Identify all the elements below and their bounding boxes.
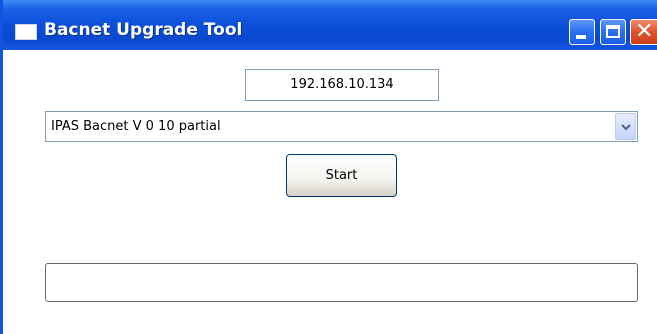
window-icon: [15, 24, 37, 40]
chevron-down-icon: [621, 124, 631, 131]
firmware-select[interactable]: IPAS Bacnet V 0 10 partial: [45, 111, 638, 142]
start-button[interactable]: Start: [286, 154, 397, 197]
maximize-button[interactable]: [600, 19, 626, 45]
ip-address-input[interactable]: 192.168.10.134: [245, 69, 439, 101]
close-icon: ✕: [635, 19, 654, 44]
window-title: Bacnet Upgrade Tool: [44, 20, 243, 40]
progress-bar: [45, 263, 638, 302]
minimize-button[interactable]: [569, 19, 595, 45]
maximize-icon: [606, 25, 620, 38]
app-window: Bacnet Upgrade Tool ✕ 192.168.10.134 IPA…: [0, 0, 657, 334]
title-bar[interactable]: Bacnet Upgrade Tool ✕: [3, 0, 657, 50]
close-button[interactable]: ✕: [630, 19, 657, 45]
firmware-select-value: IPAS Bacnet V 0 10 partial: [51, 119, 221, 134]
minimize-icon: [576, 35, 586, 39]
dropdown-button[interactable]: [615, 113, 636, 140]
